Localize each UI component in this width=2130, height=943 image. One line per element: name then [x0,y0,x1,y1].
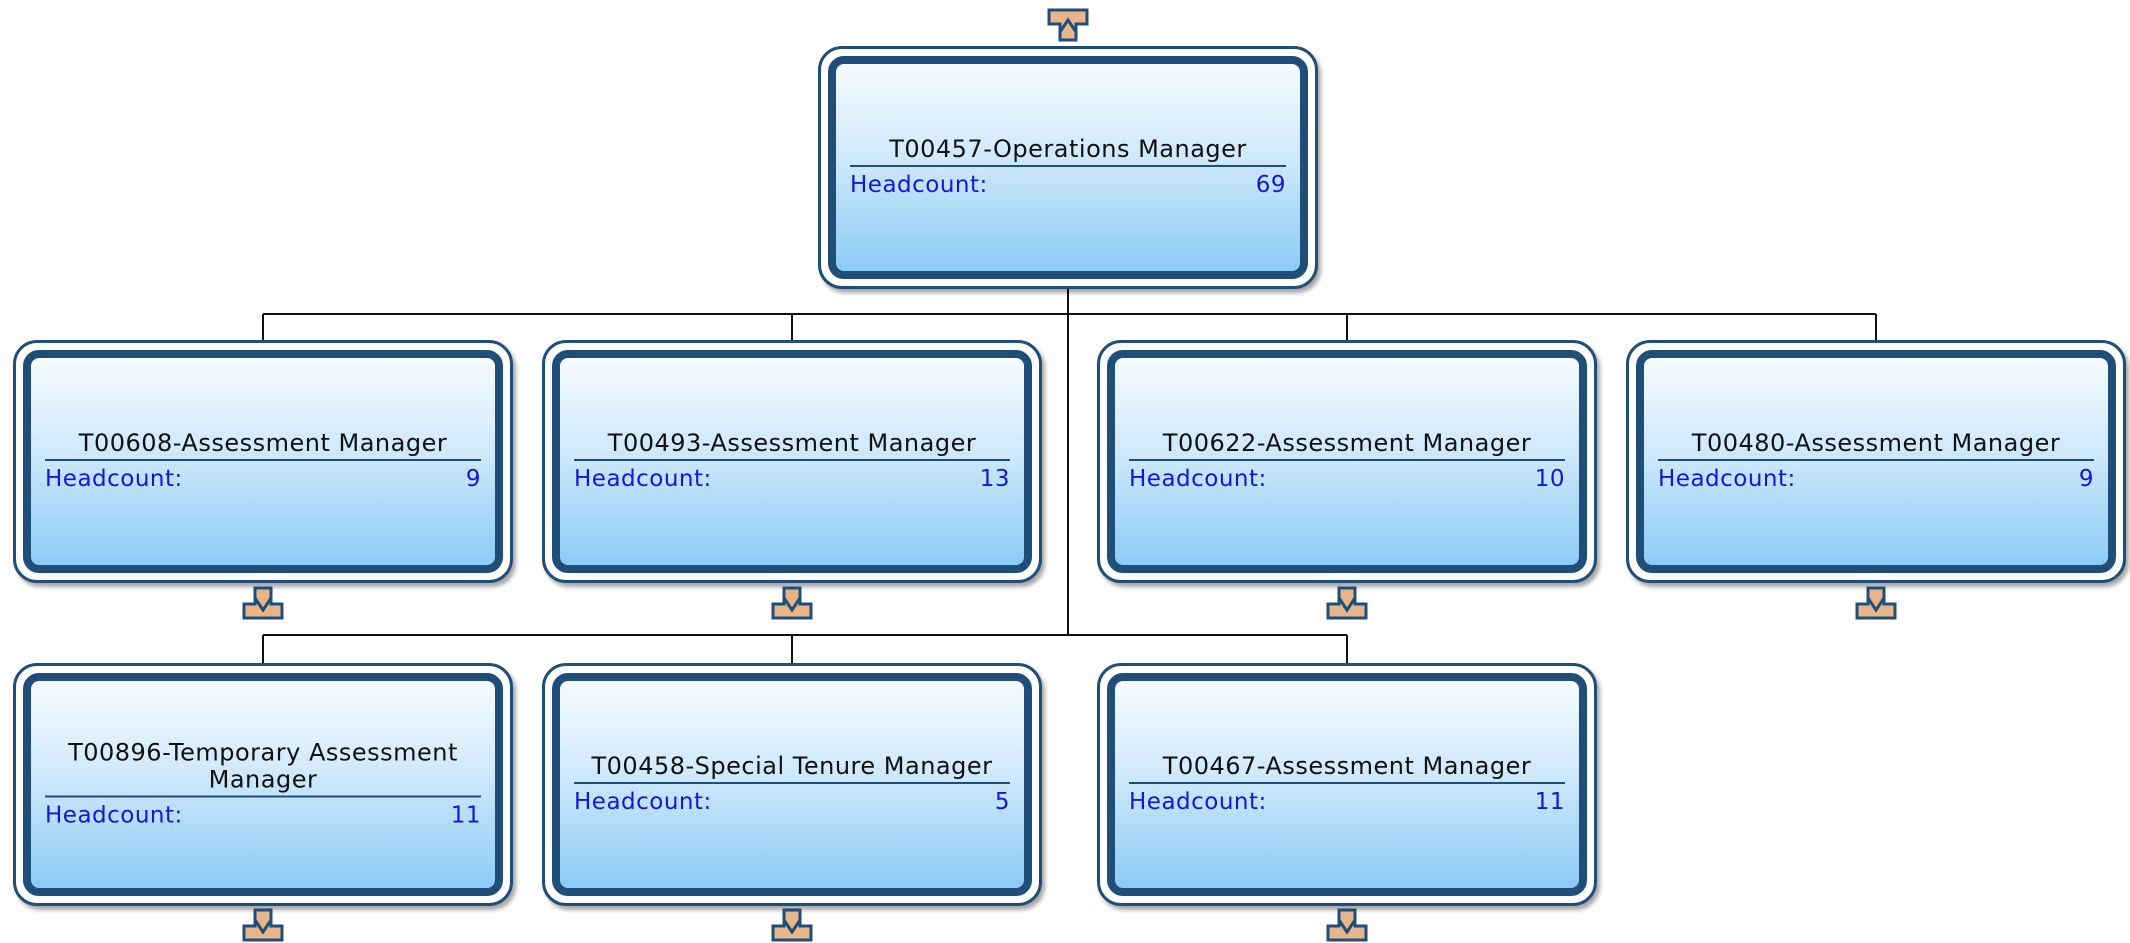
node-title: T00480-Assessment Manager [1658,429,2094,461]
headcount-label: Headcount: [574,465,712,492]
arrow-down-icon[interactable] [1326,586,1368,620]
headcount-value: 11 [1534,788,1565,815]
org-node[interactable]: T00493-Assessment Manager Headcount: 13 [542,340,1042,583]
arrow-down-icon[interactable] [1326,908,1368,942]
node-title: T00467-Assessment Manager [1129,752,1565,784]
headcount-value: 5 [994,788,1010,815]
org-node[interactable]: T00608-Assessment Manager Headcount: 9 [13,340,513,583]
headcount-value: 9 [465,465,481,492]
node-title: T00622-Assessment Manager [1129,429,1565,461]
headcount-label: Headcount: [1658,465,1796,492]
node-title: T00493-Assessment Manager [574,429,1010,461]
headcount-value: 69 [1255,171,1286,198]
org-node[interactable]: T00467-Assessment Manager Headcount: 11 [1097,663,1597,906]
headcount-label: Headcount: [45,465,183,492]
headcount-value: 10 [1534,465,1565,492]
node-title: T00457-Operations Manager [850,135,1286,167]
headcount-label: Headcount: [1129,465,1267,492]
org-node[interactable]: T00896-Temporary Assessment Manager Head… [13,663,513,906]
headcount-label: Headcount: [1129,788,1267,815]
arrow-down-icon[interactable] [242,586,284,620]
org-node[interactable]: T00622-Assessment Manager Headcount: 10 [1097,340,1597,583]
org-node[interactable]: T00480-Assessment Manager Headcount: 9 [1626,340,2126,583]
arrow-down-icon[interactable] [1855,586,1897,620]
arrow-down-icon[interactable] [771,908,813,942]
org-node-root[interactable]: T00457-Operations Manager Headcount: 69 [818,46,1318,289]
headcount-value: 11 [450,802,481,828]
headcount-label: Headcount: [574,788,712,815]
arrow-down-icon[interactable] [242,908,284,942]
node-title: T00458-Special Tenure Manager [574,752,1010,784]
headcount-label: Headcount: [850,171,988,198]
arrow-up-icon[interactable] [1047,8,1089,42]
headcount-label: Headcount: [45,802,183,828]
node-title: T00896-Temporary Assessment Manager [45,739,481,797]
headcount-value: 13 [979,465,1010,492]
headcount-value: 9 [2078,465,2094,492]
org-node[interactable]: T00458-Special Tenure Manager Headcount:… [542,663,1042,906]
node-title: T00608-Assessment Manager [45,429,481,461]
arrow-down-icon[interactable] [771,586,813,620]
